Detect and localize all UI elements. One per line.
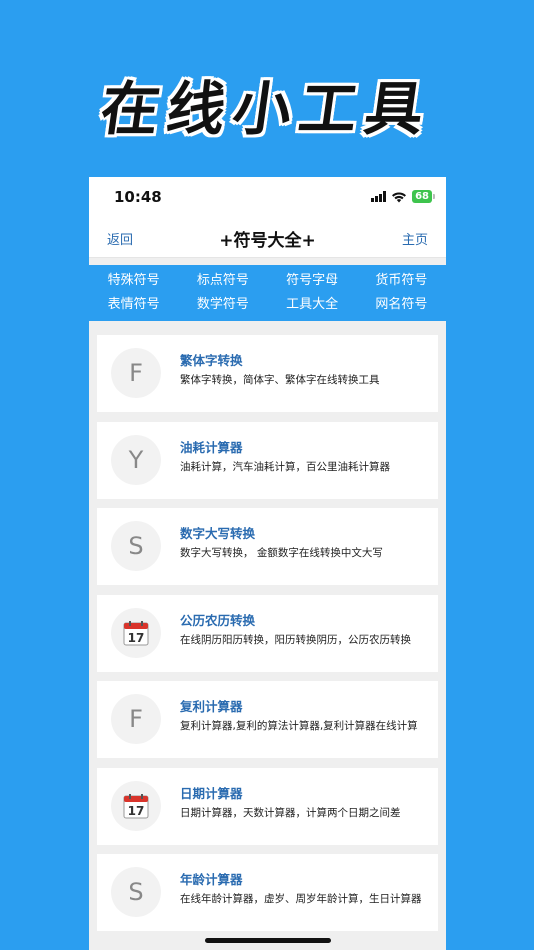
tool-description: 数字大写转换， 金额数字在线转换中文大写 — [180, 547, 383, 559]
page-title: +符号大全+ — [219, 231, 316, 251]
tool-card[interactable]: F 复利计算器复利计算器,复利的算法计算器,复利计算器在线计算 — [97, 681, 438, 758]
category-item[interactable]: 数学符号 — [178, 295, 267, 315]
tool-description: 繁体字转换，简体字、繁体字在线转换工具 — [180, 374, 380, 386]
category-grid: 特殊符号 标点符号 符号字母 货币符号表情符号 数学符号 工具大全 网名符号 — [89, 271, 446, 315]
calendar-day: 17 — [128, 804, 145, 818]
tool-avatar: Y — [111, 434, 161, 485]
tool-description: 日期计算器，天数计算器，计算两个日期之间差 — [180, 806, 401, 819]
home-indicator[interactable] — [205, 938, 331, 943]
calendar-day: 17 — [128, 631, 145, 645]
category-item[interactable]: 标点符号 — [178, 271, 267, 291]
tool-title: 日期计算器 — [180, 785, 243, 801]
tool-card[interactable]: Y 油耗计算器油耗计算，汽车油耗计算，百公里油耗计算器 — [97, 421, 438, 499]
tool-avatar: F — [111, 694, 161, 744]
tool-title: 公历农历转换 — [180, 612, 256, 628]
tool-description: 油耗计算，汽车油耗计算，百公里油耗计算器 — [180, 460, 390, 473]
tool-description: 复利计算器,复利的算法计算器,复利计算器在线计算 — [180, 720, 418, 732]
category-item[interactable]: 工具大全 — [268, 295, 357, 315]
status-bar: 10:48 68 — [89, 177, 446, 217]
signal-icon — [371, 191, 387, 202]
tool-card[interactable]: F 繁体字转换繁体字转换，简体字、繁体字在线转换工具 — [97, 335, 438, 412]
tool-avatar: S — [111, 867, 161, 917]
tool-description: 在线阴历阳历转换，阳历转换阴历，公历农历转换 — [180, 633, 411, 646]
tool-description: 在线年龄计算器，虚岁、周岁年龄计算，生日计算器 — [180, 893, 422, 905]
category-item[interactable]: 网名符号 — [357, 295, 446, 315]
tool-avatar: S — [111, 521, 161, 571]
tool-card[interactable]: S 年龄计算器在线年龄计算器，虚岁、周岁年龄计算，生日计算器 — [97, 854, 438, 931]
tool-card[interactable]: S 数字大写转换数字大写转换， 金额数字在线转换中文大写 — [97, 508, 438, 585]
battery-icon: 68 — [412, 190, 435, 203]
tool-card[interactable]: 17 日期计算器日期计算器，天数计算器，计算两个日期之间差 — [97, 767, 438, 845]
category-bar: 特殊符号 标点符号 符号字母 货币符号表情符号 数学符号 工具大全 网名符号 — [89, 265, 446, 321]
category-item[interactable]: 货币符号 — [357, 271, 446, 291]
tool-avatar: F — [111, 348, 161, 398]
tool-card[interactable]: 17 公历农历转换在线阴历阳历转换，阳历转换阴历，公历农历转换 — [97, 594, 438, 672]
promo-title: 在线小工具 — [96, 75, 437, 143]
tool-title: 油耗计算器 — [180, 439, 243, 455]
tool-title: 复利计算器 — [180, 699, 243, 714]
back-button[interactable]: 返回 — [107, 229, 133, 248]
home-button[interactable]: 主页 — [402, 229, 428, 248]
wifi-icon — [392, 191, 407, 202]
category-item[interactable]: 特殊符号 — [89, 271, 178, 291]
calendar-icon: 17 — [111, 607, 161, 658]
tool-title: 数字大写转换 — [180, 526, 256, 541]
nav-bar: 返回 +符号大全+ 主页 — [89, 217, 446, 258]
status-icons: 68 — [371, 190, 435, 203]
tool-list: F 繁体字转换繁体字转换，简体字、繁体字在线转换工具 Y 油耗计算器油耗计算，汽车油耗… — [97, 335, 438, 941]
category-item[interactable]: 表情符号 — [89, 295, 178, 315]
calendar-icon: 17 — [111, 780, 161, 831]
tool-title: 年龄计算器 — [180, 872, 243, 887]
category-item[interactable]: 符号字母 — [268, 271, 357, 291]
status-time: 10:48 — [114, 188, 162, 206]
tool-title: 繁体字转换 — [180, 353, 243, 368]
phone-screen: 10:48 68 返回 +符号大全+ 主页 特殊符号 标点符号 符号字母 货币符号表情… — [89, 177, 446, 950]
